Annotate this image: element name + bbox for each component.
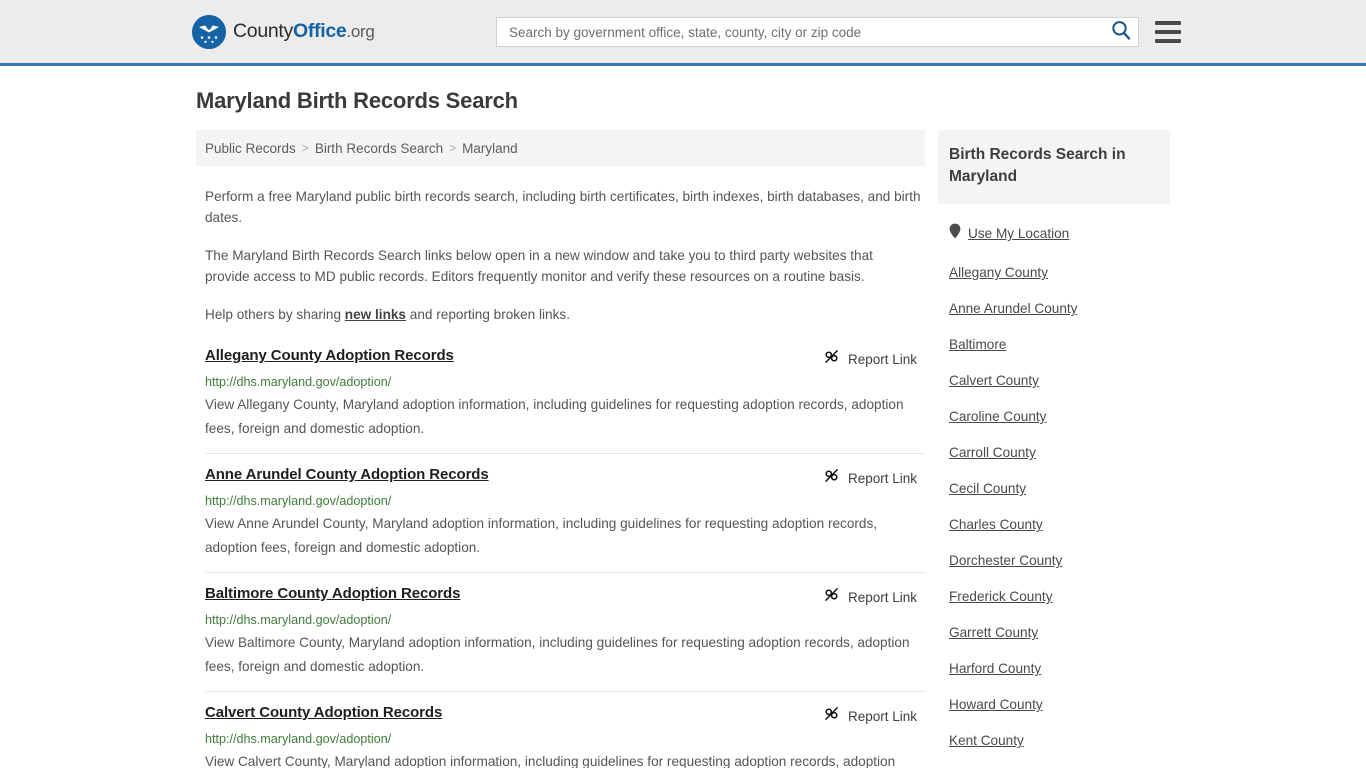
sidebar-item-caroline-county[interactable]: Caroline County xyxy=(949,409,1170,424)
sidebar-link-label[interactable]: Frederick County xyxy=(949,589,1053,604)
report-link-label: Report Link xyxy=(847,351,917,367)
report-link-button[interactable]: Report Link xyxy=(823,586,925,608)
sidebar-link-label[interactable]: Allegany County xyxy=(949,265,1048,280)
sidebar-item-dorchester-county[interactable]: Dorchester County xyxy=(949,553,1170,568)
search-icon[interactable] xyxy=(1110,19,1132,46)
result-url-link[interactable]: http://dhs.maryland.gov/adoption/ xyxy=(205,494,925,508)
breadcrumb-separator: > xyxy=(449,141,457,155)
sidebar-item-cecil-county[interactable]: Cecil County xyxy=(949,481,1170,496)
intro-paragraph-1: Perform a free Maryland public birth rec… xyxy=(205,189,921,225)
breadcrumb-item-birth-records-search[interactable]: Birth Records Search xyxy=(315,141,443,156)
sidebar-item-garrett-county[interactable]: Garrett County xyxy=(949,625,1170,640)
sidebar-heading: Birth Records Search in Maryland xyxy=(938,130,1170,204)
result-description: View Anne Arundel County, Maryland adopt… xyxy=(205,516,878,555)
result-title-link[interactable]: Allegany County Adoption Records xyxy=(205,347,454,364)
result-description: View Calvert County, Maryland adoption i… xyxy=(205,754,896,768)
intro-paragraph-3: Help others by sharing new links and rep… xyxy=(205,304,921,325)
result-title-link[interactable]: Anne Arundel County Adoption Records xyxy=(205,466,489,483)
report-link-button[interactable]: Report Link xyxy=(823,705,925,727)
sidebar-link-label[interactable]: Calvert County xyxy=(949,373,1039,388)
report-link-label: Report Link xyxy=(847,589,917,605)
intro-paragraph-2: The Maryland Birth Records Search links … xyxy=(205,248,873,284)
logo-text-county: County xyxy=(233,20,293,42)
result-title-link[interactable]: Calvert County Adoption Records xyxy=(205,704,442,721)
sidebar-link-label[interactable]: Carroll County xyxy=(949,445,1036,460)
breadcrumb-separator: > xyxy=(301,141,309,155)
sidebar: Birth Records Search in Maryland Use My … xyxy=(938,130,1170,768)
hamburger-bar xyxy=(1155,39,1181,43)
breadcrumb-item-public-records[interactable]: Public Records xyxy=(205,141,296,156)
sidebar-link-label[interactable]: Howard County xyxy=(949,697,1043,712)
result-description: View Allegany County, Maryland adoption … xyxy=(205,397,904,436)
results-list: Allegany County Adoption Records Report … xyxy=(196,347,925,768)
sidebar-link-label[interactable]: Kent County xyxy=(949,733,1024,748)
eagle-shield-logo-icon xyxy=(192,14,226,49)
report-link-button[interactable]: Report Link xyxy=(823,467,925,489)
sidebar-link-label[interactable]: Cecil County xyxy=(949,481,1026,496)
result-header: Allegany County Adoption Records Report … xyxy=(205,347,925,370)
result-header: Baltimore County Adoption Records Report… xyxy=(205,585,925,608)
hamburger-bar xyxy=(1155,21,1181,25)
report-link-label: Report Link xyxy=(847,470,917,486)
sidebar-item-kent-county[interactable]: Kent County xyxy=(949,733,1170,748)
result-item: Calvert County Adoption Records Report L… xyxy=(205,692,925,768)
sidebar-item-howard-county[interactable]: Howard County xyxy=(949,697,1170,712)
header-search-area xyxy=(496,17,1181,47)
sidebar-item-charles-county[interactable]: Charles County xyxy=(949,517,1170,532)
sidebar-links-list: Use My Location Allegany County Anne Aru… xyxy=(938,223,1170,768)
result-url-link[interactable]: http://dhs.maryland.gov/adoption/ xyxy=(205,613,925,627)
sidebar-link-label[interactable]: Dorchester County xyxy=(949,553,1062,568)
page-body: Maryland Birth Records Search Public Rec… xyxy=(0,88,1366,768)
result-item: Allegany County Adoption Records Report … xyxy=(205,347,925,454)
result-header: Calvert County Adoption Records Report L… xyxy=(205,704,925,727)
result-header: Anne Arundel County Adoption Records Rep… xyxy=(205,466,925,489)
result-url-link[interactable]: http://dhs.maryland.gov/adoption/ xyxy=(205,375,925,389)
report-link-button[interactable]: Report Link xyxy=(823,348,925,370)
site-logo[interactable]: CountyOffice.org xyxy=(192,14,375,49)
result-title-link[interactable]: Baltimore County Adoption Records xyxy=(205,585,460,602)
logo-wordmark: CountyOffice.org xyxy=(233,20,375,43)
page-title: Maryland Birth Records Search xyxy=(196,88,518,113)
report-link-label: Report Link xyxy=(847,708,917,724)
breadcrumb: Public Records > Birth Records Search > … xyxy=(196,130,925,166)
sidebar-item-frederick-county[interactable]: Frederick County xyxy=(949,589,1170,604)
broken-link-icon xyxy=(823,348,840,370)
sidebar-link-label[interactable]: Anne Arundel County xyxy=(949,301,1077,316)
hamburger-menu-icon[interactable] xyxy=(1155,21,1181,43)
sidebar-item-harford-county[interactable]: Harford County xyxy=(949,661,1170,676)
hamburger-bar xyxy=(1155,30,1181,34)
broken-link-icon xyxy=(823,705,840,727)
sidebar-item-anne-arundel-county[interactable]: Anne Arundel County xyxy=(949,301,1170,316)
intro-p3-after: and reporting broken links. xyxy=(406,307,570,322)
sidebar-link-label[interactable]: Baltimore xyxy=(949,337,1006,352)
breadcrumb-item-maryland[interactable]: Maryland xyxy=(462,141,518,156)
result-description: View Baltimore County, Maryland adoption… xyxy=(205,635,910,674)
broken-link-icon xyxy=(823,467,840,489)
sidebar-item-carroll-county[interactable]: Carroll County xyxy=(949,445,1170,460)
result-item: Anne Arundel County Adoption Records Rep… xyxy=(205,454,925,573)
sidebar-item-baltimore[interactable]: Baltimore xyxy=(949,337,1170,352)
sidebar-link-label[interactable]: Garrett County xyxy=(949,625,1038,640)
sidebar-item-allegany-county[interactable]: Allegany County xyxy=(949,265,1170,280)
logo-text-office: Office xyxy=(293,20,347,42)
logo-text-org: .org xyxy=(346,22,375,41)
broken-link-icon xyxy=(823,586,840,608)
result-url-link[interactable]: http://dhs.maryland.gov/adoption/ xyxy=(205,732,925,746)
map-pin-icon xyxy=(949,223,961,244)
main-column: Public Records > Birth Records Search > … xyxy=(196,130,925,768)
search-box[interactable] xyxy=(496,17,1139,47)
sidebar-link-label[interactable]: Use My Location xyxy=(968,226,1069,241)
site-header: CountyOffice.org xyxy=(0,0,1366,66)
result-item: Baltimore County Adoption Records Report… xyxy=(205,573,925,692)
sidebar-link-label[interactable]: Caroline County xyxy=(949,409,1046,424)
intro-text: Perform a free Maryland public birth rec… xyxy=(196,186,925,325)
content-columns: Public Records > Birth Records Search > … xyxy=(0,130,1366,768)
sidebar-link-label[interactable]: Harford County xyxy=(949,661,1041,676)
sidebar-item-use-my-location[interactable]: Use My Location xyxy=(949,223,1170,244)
new-links-link[interactable]: new links xyxy=(345,307,406,322)
search-input[interactable] xyxy=(507,23,1110,41)
sidebar-link-label[interactable]: Charles County xyxy=(949,517,1043,532)
sidebar-item-calvert-county[interactable]: Calvert County xyxy=(949,373,1170,388)
intro-p3-before: Help others by sharing xyxy=(205,307,345,322)
